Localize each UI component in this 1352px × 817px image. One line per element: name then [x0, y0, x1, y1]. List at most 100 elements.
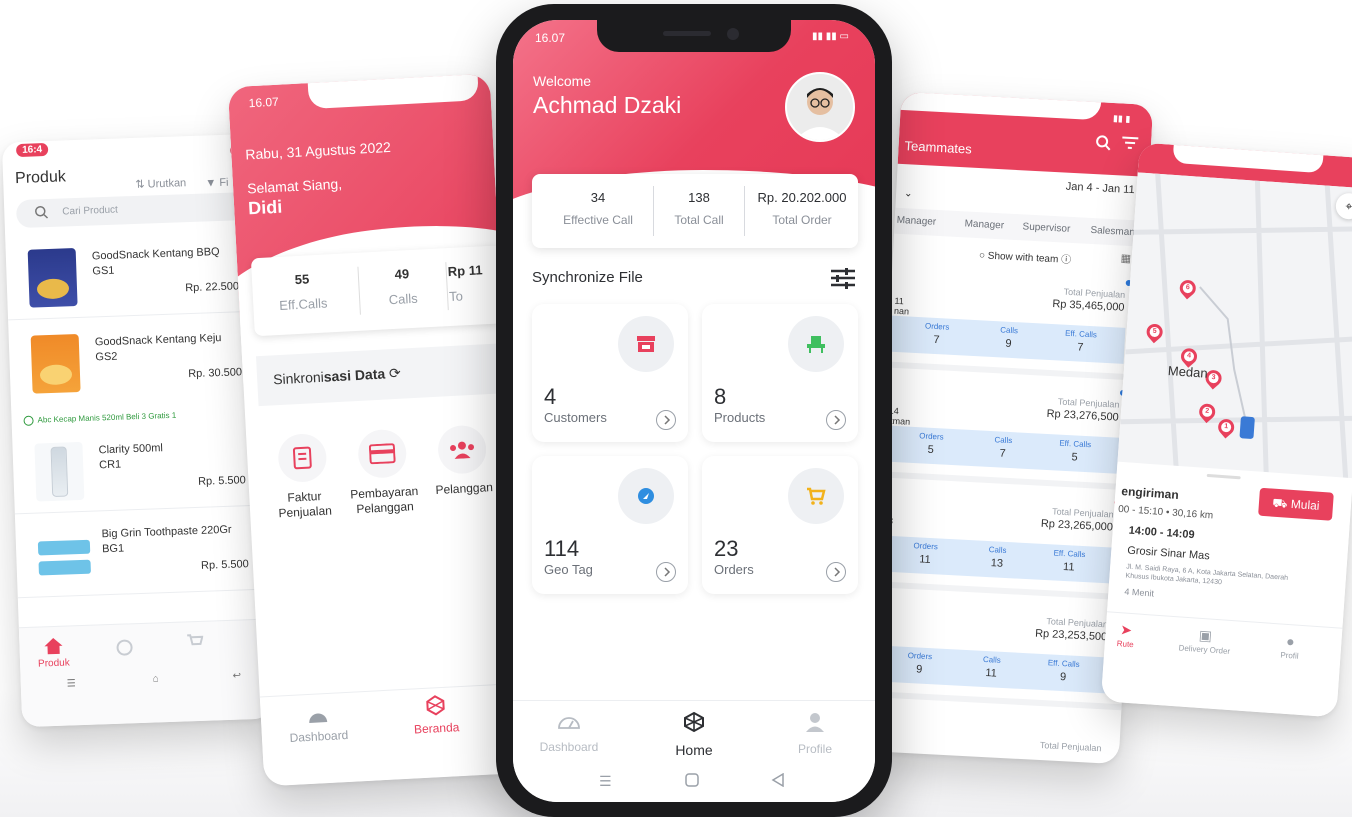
nav-dashboard[interactable]: Dashboard	[529, 711, 609, 754]
calls-value: 7	[999, 447, 1007, 460]
search-icon[interactable]	[1094, 134, 1111, 156]
tag-icon	[116, 639, 133, 656]
nav-profile[interactable]: Profile	[775, 711, 855, 756]
route-map[interactable]: ⌖ 6 5 4 3 2 1 Medan	[1116, 172, 1352, 489]
signal-battery-icon: ▮▮ ▮▮ ▭	[811, 31, 849, 42]
eff-value: 11	[1062, 560, 1075, 574]
orders-value: 7	[933, 333, 940, 347]
promo-icon	[23, 415, 34, 426]
grid-icon[interactable]: ▦	[1120, 252, 1131, 266]
product-name: GoodSnack Kentang BBQ	[91, 246, 220, 263]
tile-products[interactable]: 8 Products	[702, 304, 858, 442]
nav-profil-label: Profil	[1280, 650, 1299, 661]
location-icon	[638, 488, 654, 504]
stat-value: Rp 11	[447, 262, 483, 280]
eff-value: 9	[1059, 670, 1067, 684]
product-code: CR1	[98, 458, 122, 472]
menu-pelanggan[interactable]: Pelanggan	[420, 423, 506, 498]
filter-icon[interactable]	[1120, 135, 1139, 155]
promo-banner: Abc Kecap Manis 520ml Beli 3 Gratis 1	[23, 411, 176, 426]
search-icon	[35, 205, 49, 219]
nav-produk[interactable]: Produk	[37, 637, 70, 670]
bottom-nav: ➤ Rute ▣ Delivery Order ● Profil	[1100, 611, 1343, 718]
nav-profil[interactable]: ● Profil	[1280, 633, 1300, 661]
total-value: Rp 23,265,000	[1040, 517, 1114, 534]
team-member-card[interactable]: 11 nan Total Penjualan Rp 35,465,000 Orde…	[886, 263, 1145, 381]
chevron-right-icon[interactable]	[656, 410, 676, 430]
orders-label: Orders	[924, 321, 950, 332]
list-item[interactable]: Clarity 500ml CR1 Rp. 5.500	[11, 423, 265, 515]
navigate-icon: ➤	[1119, 621, 1133, 639]
chevron-right-icon[interactable]	[826, 410, 846, 430]
team-member-card[interactable]: 12son Total Penjualan Rp 23,253,500 Orde…	[869, 593, 1127, 711]
list-item[interactable]: GoodSnack Kentang BBQ GS1 Rp. 22.500	[5, 229, 258, 321]
show-with-team-toggle[interactable]: ○ Show with team ⓘ	[979, 246, 1072, 266]
menu-pembayaran[interactable]: Pembayaran Pelanggan	[340, 428, 426, 518]
user-name: Achmad Dzaki	[533, 92, 682, 118]
page-title: Produk	[14, 168, 67, 188]
search-input[interactable]: Cari Product	[15, 191, 257, 229]
nav-home-label: Home	[675, 742, 713, 758]
metrics-band: Orders 7 Calls 9 Eff. Calls 7	[887, 315, 1126, 364]
bottom-nav: Dashboard Home Profile ☰	[513, 700, 875, 802]
stat-label: Total Order	[772, 213, 832, 227]
home-system-icon[interactable]	[685, 773, 699, 792]
sort-button[interactable]: ⇅ Urutkan	[135, 176, 186, 191]
bottom-nav: Produk ☰ ⌂ ↩	[18, 618, 273, 728]
tab-manager-2[interactable]: Manager	[964, 218, 1004, 231]
menu-icon[interactable]: ☰	[599, 773, 612, 790]
stats-card: 34 Effective Call 138 Total Call Rp. 20.…	[532, 174, 858, 248]
avatar[interactable]	[785, 72, 855, 142]
menu-label: Faktur Penjualan	[278, 489, 333, 521]
tile-geo-tag[interactable]: 114 Geo Tag	[532, 456, 688, 594]
eta: 4 Menit	[1124, 586, 1155, 599]
list-item[interactable]: Big Grin Toothpaste 220Gr BG1 Rp. 5.500	[14, 507, 268, 599]
nav-dashboard[interactable]: Dashboard	[283, 707, 355, 746]
orders-label: Orders	[907, 650, 933, 662]
back-icon[interactable]	[771, 772, 785, 792]
card-icon	[368, 443, 396, 465]
nav-rute[interactable]: ➤ Rute	[1116, 621, 1135, 649]
refresh-icon[interactable]: ⟳	[389, 365, 402, 382]
metrics-band: Orders 9 Calls 11 Eff. Calls 9	[870, 645, 1109, 694]
phone-produk: 16:4 82 Produk ⇅ Urutkan ▼ Fi Cari Produ…	[1, 133, 273, 728]
chevron-right-icon[interactable]	[656, 562, 676, 582]
tab-salesman[interactable]: Salesman	[1090, 225, 1135, 238]
team-member-card[interactable]: 14 kman Total Penjualan Rp 23,276,500 Ord…	[881, 373, 1139, 491]
tile-count: 4	[544, 384, 557, 409]
nav-promo[interactable]	[115, 638, 134, 660]
filter-icon: ▼	[205, 176, 220, 190]
invoice-icon	[292, 446, 312, 470]
team-member-card[interactable]: 13 Total Penjualan Rp 23,265,000 Orders1…	[875, 483, 1133, 601]
stat-total-call: 138 Total Call	[656, 190, 742, 227]
tile-label: Orders	[714, 562, 754, 577]
section-title: engiriman	[1120, 484, 1180, 503]
promo-text: Abc Kecap Manis 520ml Beli 3 Gratis 1	[37, 410, 177, 425]
tab-manager-1[interactable]: Manager	[896, 215, 936, 228]
sort-icon: ⇅	[135, 178, 148, 191]
nav-home[interactable]: Home	[654, 711, 734, 758]
filter-button[interactable]: ▼ Fi	[205, 177, 229, 190]
product-price: Rp. 22.500	[185, 280, 240, 295]
chevron-down-icon[interactable]: ⌄	[904, 188, 913, 199]
tab-supervisor[interactable]: Supervisor	[1022, 221, 1070, 234]
list-item[interactable]: GoodSnack Kentang Keju GS2 Rp. 30.500	[8, 316, 261, 407]
home-system-icon[interactable]: ⌂	[152, 673, 158, 684]
tile-customers[interactable]: 4 Customers	[532, 304, 688, 442]
nav-beranda[interactable]: Beranda	[400, 692, 472, 737]
menu-faktur[interactable]: Faktur Penjualan	[260, 432, 346, 522]
menu-icon[interactable]: ☰	[67, 678, 76, 689]
nav-rute-label: Rute	[1116, 639, 1134, 650]
chevron-right-icon[interactable]	[826, 562, 846, 582]
nav-delivery[interactable]: ▣ Delivery Order	[1178, 625, 1231, 656]
back-icon[interactable]: ↩	[232, 671, 241, 682]
tile-orders[interactable]: 23 Orders	[702, 456, 858, 594]
eff-value: 5	[1071, 451, 1078, 464]
date-range[interactable]: Jan 4 - Jan 11	[1065, 181, 1134, 197]
sliders-icon[interactable]	[830, 267, 856, 294]
eff-label: Eff. Calls	[1047, 658, 1080, 669]
start-button[interactable]: ⛟ Mulai	[1258, 487, 1334, 521]
filter-label: Fi	[219, 176, 229, 189]
product-price: Rp. 5.500	[197, 474, 247, 488]
nav-cart[interactable]	[185, 632, 204, 654]
